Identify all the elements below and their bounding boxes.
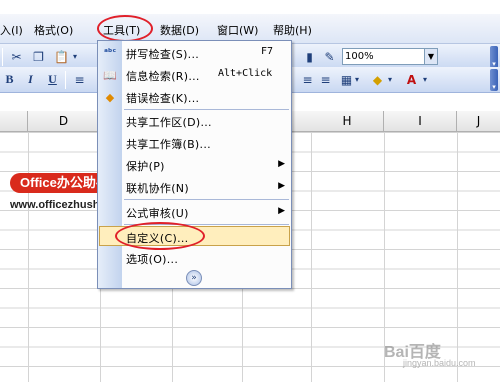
chevron-double-down-icon[interactable]: »: [186, 270, 202, 286]
menu-item-label: 共享工作区(D)...: [126, 116, 212, 129]
menu-data[interactable]: 数据(D): [160, 22, 199, 38]
toolbar-options-icon[interactable]: ▾: [490, 46, 498, 68]
submenu-arrow-icon: ▶: [278, 181, 285, 191]
outdent-icon[interactable]: ≡: [316, 70, 335, 89]
menu-item-label: 联机协作(N): [126, 182, 189, 195]
research-icon: 📖: [103, 68, 117, 82]
menu-item-label: 共享工作簿(B)...: [126, 138, 211, 151]
gridline: [28, 132, 29, 382]
chart-icon[interactable]: ▮: [300, 47, 319, 66]
gridline: [311, 132, 312, 382]
font-color-icon[interactable]: A: [402, 70, 421, 89]
menu-item-shortcut: Alt+Click: [218, 68, 273, 79]
chevron-down-icon[interactable]: ▼: [424, 49, 437, 64]
submenu-arrow-icon: ▶: [278, 159, 285, 169]
menu-item-shortcut: F7: [261, 46, 274, 57]
annotation-circle-tools: [97, 15, 153, 42]
menu-item-label: 公式审核(U): [126, 207, 189, 220]
zoom-select[interactable]: 100% ▼: [342, 48, 438, 65]
menu-item-label: 信息检索(R)...: [126, 70, 200, 83]
paste-icon[interactable]: 📋: [52, 47, 71, 66]
indent-icon[interactable]: ≡: [298, 70, 317, 89]
toolbar-separator: [65, 71, 66, 89]
paste-dropdown-icon[interactable]: ▾: [70, 47, 80, 66]
menu-format[interactable]: 格式(O): [34, 22, 73, 38]
menu-item-research[interactable]: 📖 信息检索(R)... Alt+Click: [98, 65, 291, 85]
spellcheck-icon: ᵃᵇᶜ: [103, 48, 117, 58]
toolbar-separator: [2, 48, 3, 66]
column-header-d[interactable]: D: [28, 111, 100, 132]
align-left-icon[interactable]: ≡: [70, 70, 89, 89]
column-header-i[interactable]: I: [384, 111, 457, 132]
column-header-blank: [0, 111, 28, 132]
menu-separator: [124, 199, 289, 200]
menu-item-spellcheck[interactable]: ᵃᵇᶜ 拼写检查(S)... F7: [98, 43, 291, 63]
gridline: [457, 132, 458, 382]
menu-item-error-check[interactable]: ◆ 错误检查(K)...: [98, 87, 291, 107]
cut-icon[interactable]: ✂: [7, 47, 26, 66]
menu-insert[interactable]: 入(I): [0, 22, 23, 38]
bold-button[interactable]: B: [0, 70, 19, 89]
error-check-icon: ◆: [105, 90, 115, 104]
column-header-j[interactable]: J: [457, 111, 500, 132]
menu-item-options[interactable]: 选项(O)...: [98, 248, 291, 268]
menu-item-shared-workspace[interactable]: 共享工作区(D)...: [98, 111, 291, 131]
column-header-h[interactable]: H: [311, 111, 384, 132]
tools-menu: ᵃᵇᶜ 拼写检查(S)... F7 📖 信息检索(R)... Alt+Click…: [97, 40, 292, 289]
zoom-value: 100%: [345, 51, 374, 62]
submenu-arrow-icon: ▶: [278, 206, 285, 216]
menu-window[interactable]: 窗口(W): [217, 22, 258, 38]
menu-item-shared-workbook[interactable]: 共享工作簿(B)...: [98, 133, 291, 153]
menu-item-protection[interactable]: 保护(P) ▶: [98, 155, 291, 175]
borders-dropdown-icon[interactable]: ▾: [352, 70, 362, 89]
copy-icon[interactable]: ❐: [29, 47, 48, 66]
annotation-circle-customize: [115, 222, 205, 250]
menu-item-online-collaboration[interactable]: 联机协作(N) ▶: [98, 177, 291, 197]
underline-button[interactable]: U: [43, 70, 62, 89]
menu-separator: [124, 109, 289, 110]
fill-color-dropdown-icon[interactable]: ▾: [385, 70, 395, 89]
drawing-icon[interactable]: ✎: [320, 47, 339, 66]
baidu-watermark-url: jingyan.baidu.com: [403, 358, 476, 368]
italic-button[interactable]: I: [21, 70, 40, 89]
menu-item-label: 选项(O)...: [126, 253, 179, 266]
toolbar-options-icon[interactable]: ▾: [490, 69, 498, 91]
font-color-dropdown-icon[interactable]: ▾: [420, 70, 430, 89]
menu-item-label: 保护(P): [126, 160, 165, 173]
menu-item-formula-auditing[interactable]: 公式审核(U) ▶: [98, 202, 291, 222]
menu-item-label: 错误检查(K)...: [126, 92, 200, 105]
menu-item-label: 拼写检查(S)...: [126, 48, 200, 61]
menu-help[interactable]: 帮助(H): [273, 22, 312, 38]
